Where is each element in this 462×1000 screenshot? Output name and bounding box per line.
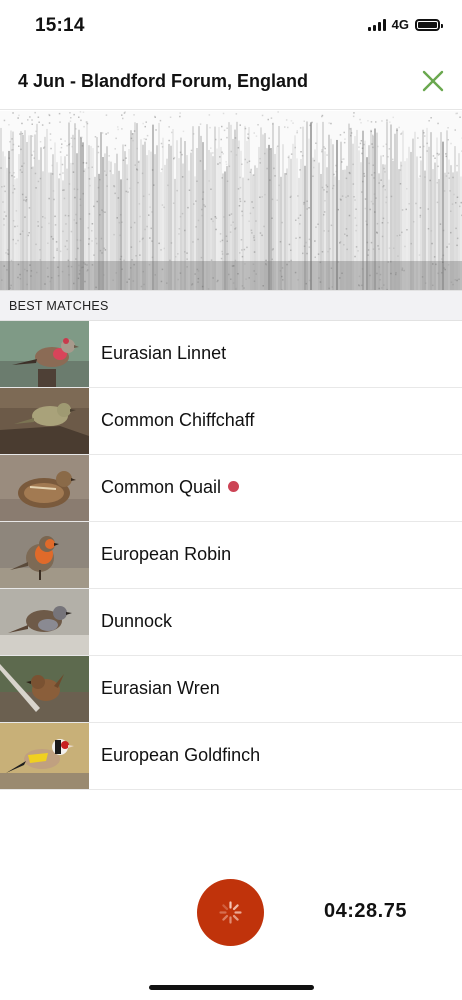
list-item[interactable]: European Goldfinch [0, 723, 462, 790]
list-item[interactable]: Common Chiffchaff [0, 388, 462, 455]
list-item[interactable]: Common Quail [0, 455, 462, 522]
recording-header: 4 Jun - Blandford Forum, England [0, 52, 462, 110]
bird-name: European Robin [101, 544, 232, 564]
network-type: 4G [391, 17, 409, 32]
status-indicators: 4G [367, 17, 443, 32]
record-button[interactable] [197, 879, 264, 946]
bird-name: Eurasian Wren [101, 678, 220, 698]
bird-thumbnail [0, 388, 89, 454]
status-bar: 15:14 4G [0, 0, 462, 52]
recording-title: 4 Jun - Blandford Forum, England [18, 71, 308, 91]
bird-name: Dunnock [101, 611, 173, 631]
bird-name: European Goldfinch [101, 745, 261, 765]
highlight-dot [228, 481, 240, 492]
list-item[interactable]: Eurasian Wren [0, 656, 462, 723]
signal-icon [367, 18, 386, 31]
bird-thumbnail [0, 656, 89, 722]
bird-name: Common Chiffchaff [101, 410, 255, 430]
bird-name: Eurasian Linnet [101, 343, 227, 363]
bird-thumbnail [0, 522, 89, 588]
bird-thumbnail [0, 723, 89, 789]
home-indicator[interactable] [149, 985, 314, 990]
section-label: BEST MATCHES [9, 299, 109, 313]
best-matches-header: BEST MATCHES [0, 290, 462, 321]
bird-thumbnail [0, 455, 89, 521]
close-icon [422, 70, 444, 92]
battery-icon [415, 18, 443, 31]
bird-thumbnail [0, 321, 89, 387]
bird-name: Common Quail [101, 477, 240, 498]
spinner-icon [219, 901, 242, 924]
match-list: Eurasian Linnet Common Chiffchaff Common… [0, 321, 462, 790]
bird-thumbnail [0, 589, 89, 655]
list-item[interactable]: Dunnock [0, 589, 462, 656]
close-button[interactable] [418, 66, 448, 96]
elapsed-timer: 04:28.75 [324, 900, 407, 922]
list-item[interactable]: Eurasian Linnet [0, 321, 462, 388]
list-item[interactable]: European Robin [0, 522, 462, 589]
bird-name-text: Common Quail [101, 477, 222, 497]
spectrogram [0, 111, 462, 292]
status-time: 15:14 [35, 15, 85, 36]
